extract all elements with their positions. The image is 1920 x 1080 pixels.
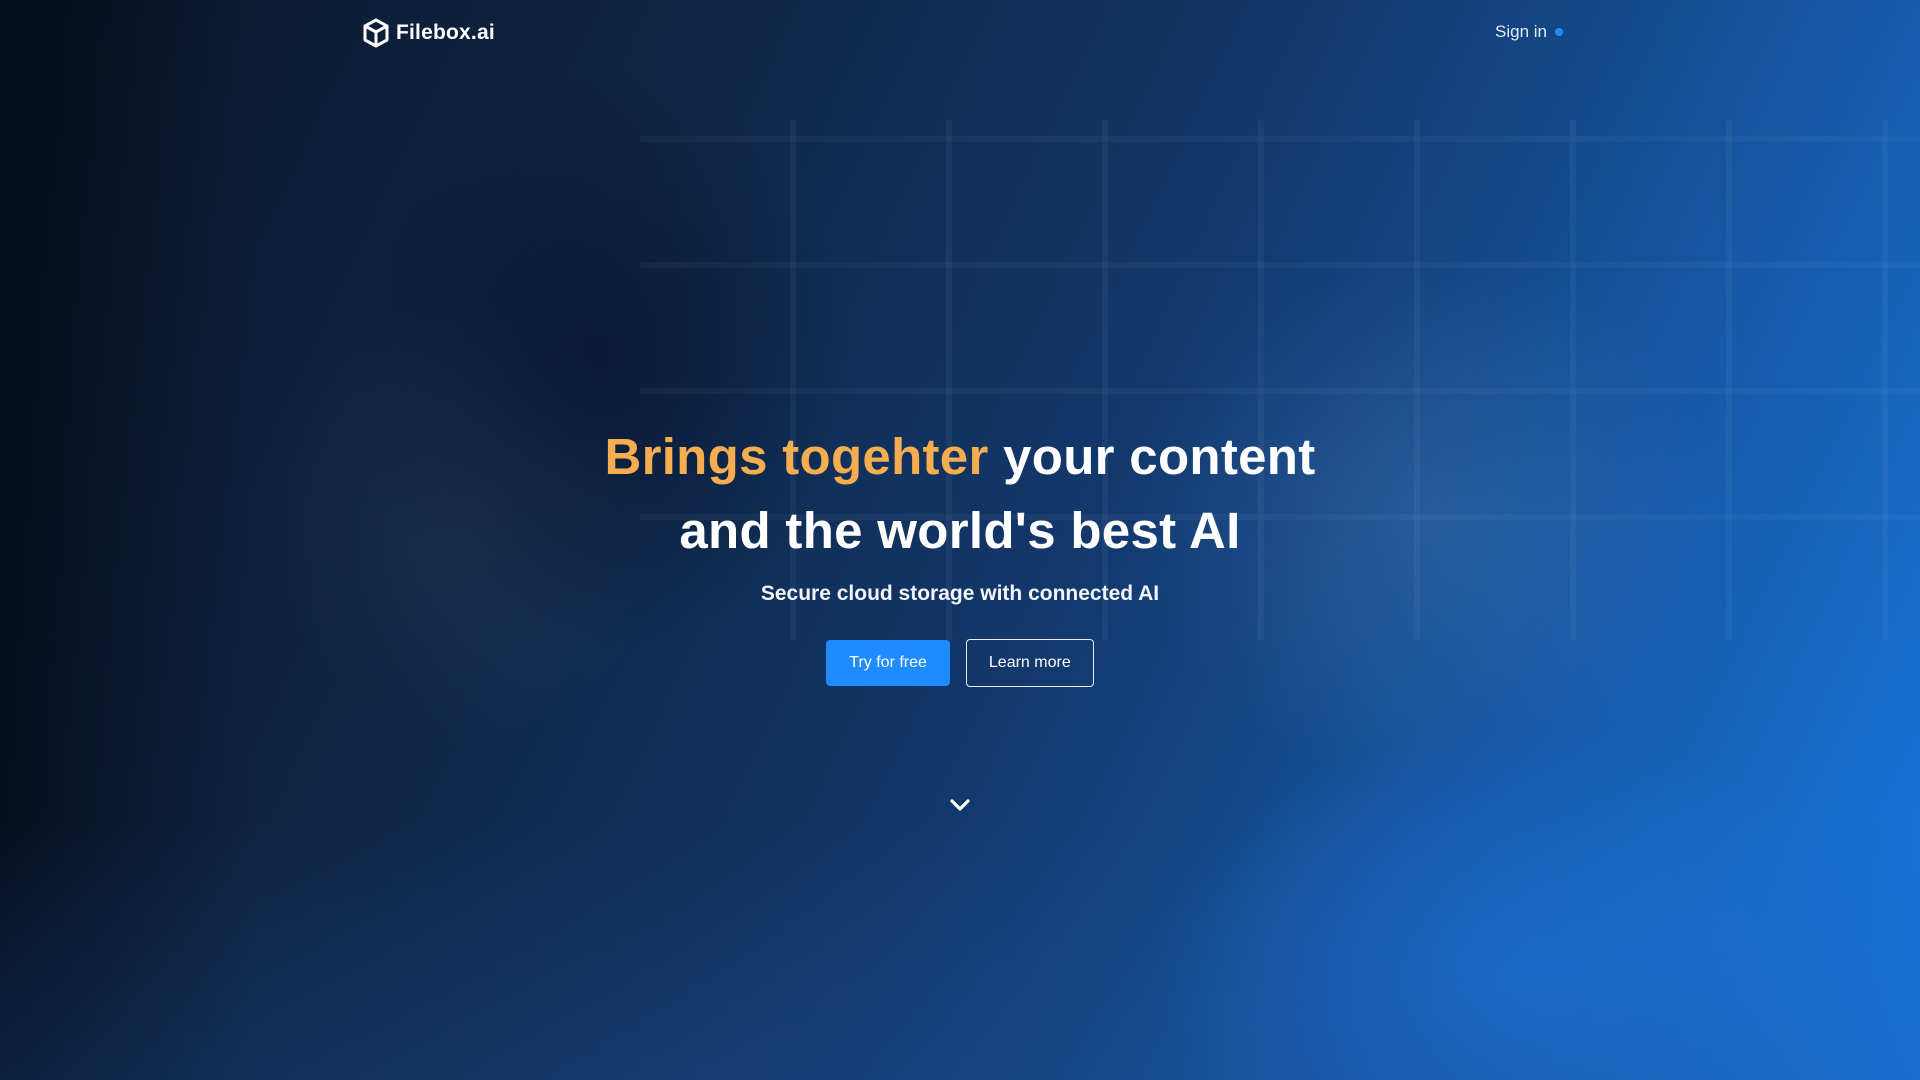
hero-subheadline: Secure cloud storage with connected AI [760,582,1160,605]
hero-section: Brings togehter your content and the wor… [0,420,1920,687]
landing-page: Filebox.ai Sign in Brings togehter your … [0,0,1920,1080]
site-header: Filebox.ai Sign in [0,0,1920,66]
hero-headline: Brings togehter your content and the wor… [0,420,1920,568]
headline-accent: Brings togehter [604,428,989,485]
headline-line2: and the world's best AI [679,502,1241,559]
status-dot-icon [1555,28,1563,36]
brand-name: Filebox.ai [396,21,495,44]
learn-more-button[interactable]: Learn more [965,639,1094,687]
try-for-free-button[interactable]: Try for free [826,640,950,686]
hero-actions: Try for free Learn more [0,639,1920,687]
sign-in-label: Sign in [1495,22,1547,41]
chevron-down-icon[interactable] [948,793,972,817]
headline-line1-rest: your content [988,428,1316,485]
background-table [0,820,1920,1080]
sign-in-link[interactable]: Sign in [1495,22,1563,42]
brand-logo-link[interactable]: Filebox.ai [362,18,495,48]
box-logo-icon [363,18,389,48]
